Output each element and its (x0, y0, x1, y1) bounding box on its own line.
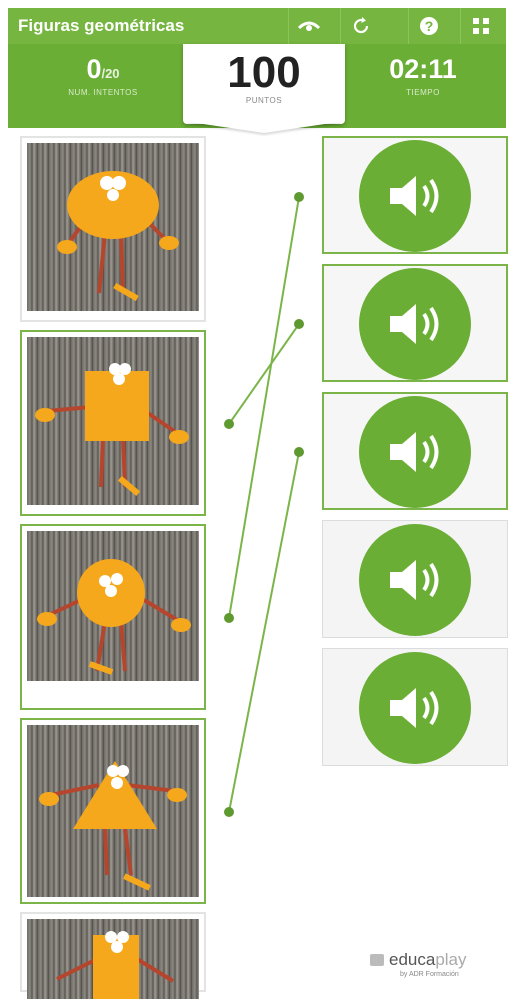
connection-line (228, 323, 300, 425)
time-counter: 02:11 TIEMPO (358, 54, 488, 97)
help-icon[interactable]: ? (408, 8, 449, 44)
rectangle-figure (56, 931, 175, 1003)
square-figure (35, 363, 189, 497)
speaker-icon[interactable] (359, 268, 471, 380)
score-panel-tip (183, 121, 345, 133)
attempts-value: 0 (86, 54, 102, 84)
photo-square (27, 337, 199, 505)
photo-rectangle (27, 919, 199, 1003)
score-label: PUNTOS (245, 96, 283, 105)
connection-line (228, 451, 300, 813)
image-card-triangle[interactable] (20, 718, 206, 904)
game-title: Figuras geométricas (18, 16, 185, 35)
speaker-icon[interactable] (359, 140, 471, 252)
connector-dot[interactable] (294, 192, 304, 202)
connector-dot[interactable] (224, 419, 234, 429)
logo-text-b: play (435, 950, 467, 969)
image-card-rectangle[interactable] (20, 912, 206, 1003)
speaker-icon[interactable] (359, 396, 471, 508)
image-card-oval[interactable] (20, 136, 206, 322)
speaker-icon[interactable] (359, 524, 471, 636)
connector-dot[interactable] (294, 447, 304, 457)
connection-line (228, 196, 300, 619)
sound-card-5[interactable] (322, 648, 508, 766)
connector-dot[interactable] (224, 807, 234, 817)
score-panel: 100 PUNTOS (183, 44, 345, 124)
speaker-icon[interactable] (359, 652, 471, 764)
connector-dot[interactable] (294, 319, 304, 329)
top-bar: Figuras geométricas ? (8, 8, 506, 44)
photo-circle (27, 531, 199, 681)
triangle-figure (39, 761, 187, 891)
educaplay-logo: educaplay by ADR Formación (370, 950, 467, 978)
attempts-total: /20 (101, 66, 120, 81)
sound-card-1[interactable] (322, 136, 508, 254)
sound-card-2[interactable] (322, 264, 508, 382)
photo-oval (27, 143, 199, 311)
restart-icon[interactable] (340, 8, 381, 44)
fullscreen-icon[interactable] (460, 8, 501, 44)
time-value: 02:11 (389, 54, 457, 84)
sound-card-4[interactable] (322, 520, 508, 638)
attempts-label: NUM. INTENTOS (68, 88, 138, 97)
connector-dot[interactable] (224, 613, 234, 623)
time-label: TIEMPO (406, 88, 440, 97)
logo-subtitle: by ADR Formación (400, 971, 459, 978)
circle-figure (37, 559, 191, 675)
score-value: 100 (227, 48, 301, 97)
logo-icon (370, 954, 384, 966)
logo-text-a: educa (389, 950, 436, 969)
attempts-counter: 0/20 NUM. INTENTOS (28, 54, 178, 97)
image-card-square[interactable] (20, 330, 206, 516)
sound-card-3[interactable] (322, 392, 508, 510)
oval-figure (57, 171, 179, 302)
eye-icon[interactable] (288, 8, 329, 44)
photo-triangle (27, 725, 199, 897)
svg-text:?: ? (425, 18, 434, 34)
image-card-circle[interactable] (20, 524, 206, 710)
